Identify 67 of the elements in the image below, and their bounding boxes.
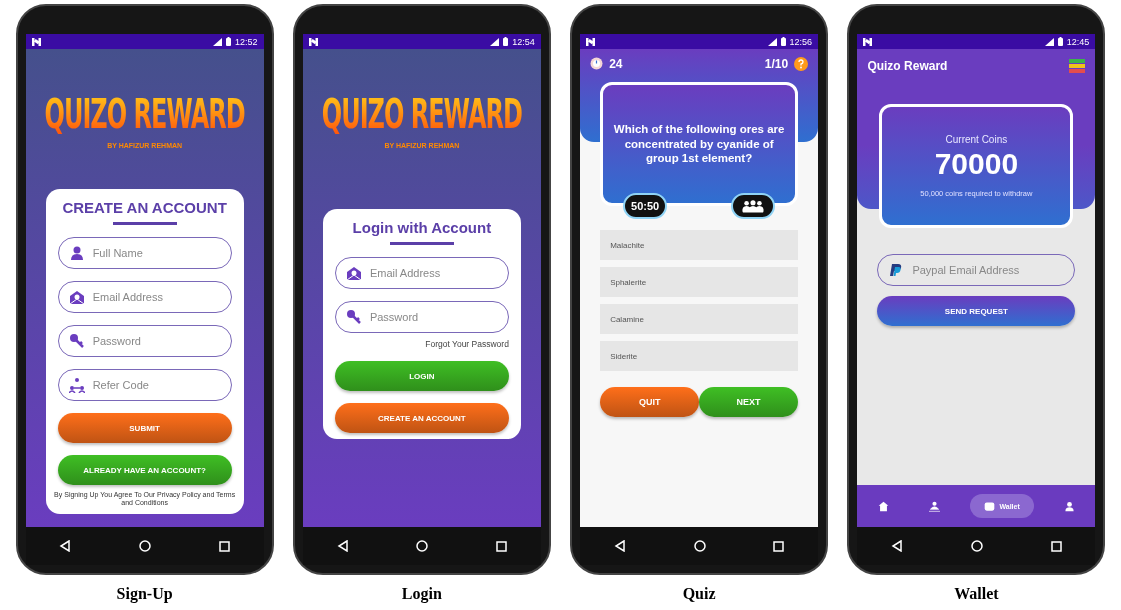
wallet-icon — [984, 500, 996, 512]
battery-icon — [226, 37, 232, 46]
recents-icon[interactable] — [773, 540, 785, 552]
recents-icon[interactable] — [218, 540, 230, 552]
profile-icon — [1064, 500, 1076, 512]
status-time: 12:52 — [235, 36, 258, 47]
home-icon[interactable] — [693, 540, 706, 552]
action-button[interactable]: QUIT — [600, 387, 700, 417]
notification-icon — [308, 37, 318, 46]
help-icon[interactable] — [794, 57, 809, 71]
home-icon[interactable] — [970, 540, 983, 552]
signal-icon — [490, 37, 500, 46]
email-icon — [68, 289, 85, 305]
back-icon[interactable] — [891, 540, 904, 552]
email-icon — [345, 265, 362, 281]
action-button[interactable]: CREATE AN ACCOUNT — [334, 403, 509, 433]
menu-icon[interactable] — [1069, 59, 1086, 73]
coins-value: 70000 — [934, 147, 1019, 181]
status-time: 12:54 — [512, 36, 535, 47]
screen-caption: Sign-Up — [116, 585, 173, 603]
battery-icon — [503, 37, 509, 46]
question-counter: 1/10 — [764, 57, 789, 71]
screen-caption: Wallet — [954, 585, 999, 603]
recents-icon[interactable] — [496, 540, 507, 552]
action-button[interactable]: LOGIN — [334, 361, 509, 391]
question-text: Which of the following ores are concentrated by cyanide of group 1st element? — [612, 121, 786, 167]
card-title: Login with Account — [351, 219, 493, 236]
signal-icon — [213, 37, 223, 46]
card-title: CREATE AN ACCOUNT — [61, 199, 228, 216]
action-button[interactable]: NEXT — [699, 387, 799, 417]
timer-icon — [590, 57, 604, 70]
action-button[interactable]: ALREADY HAVE AN ACCOUNT? — [57, 455, 232, 485]
screen-caption: Quiz — [682, 585, 716, 603]
password-icon — [345, 309, 362, 325]
group-icon — [929, 500, 940, 512]
action-button[interactable]: SUBMIT — [57, 413, 232, 443]
audience-icon[interactable] — [731, 193, 776, 219]
timer-count: 24 — [609, 57, 623, 71]
fifty-fifty-button[interactable]: 50:50 — [623, 193, 668, 219]
signal-icon — [767, 37, 777, 46]
home-icon[interactable] — [416, 540, 429, 552]
refer-code-icon — [68, 377, 85, 393]
screen-caption: Login — [401, 585, 442, 603]
name-icon — [68, 245, 85, 261]
password-icon — [68, 333, 85, 349]
answer-option[interactable]: Calamine — [600, 304, 799, 334]
home-icon[interactable] — [139, 540, 152, 552]
back-icon[interactable] — [613, 540, 626, 552]
status-time: 12:56 — [789, 36, 813, 47]
signal-icon — [1044, 37, 1054, 46]
battery-icon — [780, 37, 786, 46]
status-time: 12:45 — [1066, 36, 1090, 47]
app-title: Quizo Reward — [867, 59, 948, 73]
notification-icon — [863, 37, 873, 46]
answer-option[interactable]: Sphalerite — [600, 267, 799, 297]
answer-option[interactable]: Siderite — [600, 341, 799, 371]
notification-icon — [586, 37, 596, 46]
back-icon[interactable] — [59, 540, 72, 552]
send-request-button[interactable]: SEND REQUEST — [877, 296, 1076, 326]
recents-icon[interactable] — [1050, 540, 1062, 552]
notification-icon — [31, 37, 41, 46]
back-icon[interactable] — [336, 540, 349, 552]
coins-label: Current Coins — [945, 134, 1008, 145]
forgot-password-link[interactable]: Forgot Your Password — [334, 339, 509, 349]
home-icon — [877, 500, 889, 512]
battery-icon — [1057, 37, 1063, 46]
answer-option[interactable]: Malachite — [600, 230, 799, 260]
